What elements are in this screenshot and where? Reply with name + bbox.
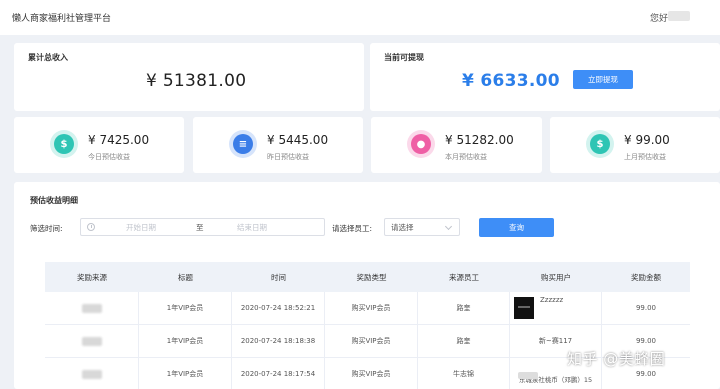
column-header[interactable]: 来源员工	[418, 262, 510, 292]
greeting-text: 您好	[649, 14, 668, 24]
redacted-user	[518, 372, 538, 379]
stat-amount: ¥ 99.00	[624, 133, 670, 147]
reward-source-cell	[45, 358, 139, 389]
redacted-source	[81, 303, 102, 313]
income-table: 奖励来源 标题 时间 奖励类型 来源员工 购买用户 奖励金额 1年VIP会员 2…	[45, 262, 690, 389]
clock-icon	[87, 223, 95, 231]
reward-source-cell	[45, 325, 139, 357]
bill-icon: ≡	[229, 130, 257, 158]
type-cell: 购买VIP会员	[325, 325, 418, 357]
stat-card-yesterday: ≡ ¥ 5445.00 昨日预估收益	[193, 117, 363, 173]
withdrawable-card: 当前可提现 ¥ 6633.00 立即提现	[370, 43, 720, 111]
date-range-picker[interactable]: 开始日期 至 结束日期	[80, 218, 325, 236]
time-cell: 2020-07-24 18:17:54	[232, 358, 325, 389]
stat-caption: 本月预估收益	[445, 153, 487, 161]
panel-title: 预估收益明细	[30, 196, 78, 205]
title-cell: 1年VIP会员	[139, 292, 232, 324]
column-header[interactable]: 奖励金额	[602, 262, 690, 292]
stat-card-today: $ ¥ 7425.00 今日预估收益	[14, 117, 184, 173]
employee-select-value: 请选择	[391, 223, 414, 232]
reward-source-cell	[45, 292, 139, 324]
withdrawable-value: ¥ 6633.00	[462, 71, 560, 91]
stat-amount: ¥ 51282.00	[445, 133, 514, 147]
title-cell: 1年VIP会员	[139, 358, 232, 389]
column-header[interactable]: 购买用户	[510, 262, 602, 292]
end-date-input[interactable]: 结束日期	[237, 222, 267, 233]
coins-icon: ●	[407, 130, 435, 158]
watermark: 知乎 @美蜂圈	[567, 350, 666, 368]
time-cell: 2020-07-24 18:18:38	[232, 325, 325, 357]
employee-cell: 路奎	[418, 325, 510, 357]
stat-card-this-month: ● ¥ 51282.00 本月预估收益	[371, 117, 542, 173]
column-header[interactable]: 标题	[139, 262, 232, 292]
column-header[interactable]: 奖励来源	[45, 262, 139, 292]
app-title: 懒人商家福利社管理平台	[12, 14, 112, 24]
amount-cell: 99.00	[635, 304, 657, 312]
stat-caption: 昨日预估收益	[267, 153, 309, 161]
chevron-down-icon	[444, 222, 453, 231]
username-redacted[interactable]	[668, 11, 690, 21]
column-header[interactable]: 时间	[232, 262, 325, 292]
user-cell: Zzzzzz	[510, 292, 602, 324]
total-income-label: 累计总收入	[28, 53, 68, 62]
stat-caption: 上月预估收益	[624, 153, 666, 161]
total-income-card: 累计总收入 ¥ 51381.00	[14, 43, 364, 111]
withdrawable-label: 当前可提现	[384, 53, 424, 62]
type-cell: 购买VIP会员	[325, 292, 418, 324]
top-bar: 懒人商家福利社管理平台 您好	[0, 0, 720, 35]
column-header[interactable]: 奖励类型	[325, 262, 418, 292]
money-bag-icon: $	[586, 130, 614, 158]
employee-cell: 牛志锦	[418, 358, 510, 389]
query-button[interactable]: 查询	[479, 218, 554, 237]
time-cell: 2020-07-24 18:52:21	[232, 292, 325, 324]
stat-amount: ¥ 5445.00	[267, 133, 329, 147]
withdraw-button[interactable]: 立即提现	[573, 70, 633, 89]
employee-select[interactable]: 请选择	[384, 218, 460, 236]
total-income-value: ¥ 51381.00	[146, 71, 247, 91]
employee-cell: 路奎	[418, 292, 510, 324]
avatar	[514, 297, 534, 319]
title-cell: 1年VIP会员	[139, 325, 232, 357]
range-separator: 至	[196, 223, 204, 232]
table-row[interactable]: 1年VIP会员 2020-07-24 18:52:21 购买VIP会员 路奎 Z…	[45, 292, 690, 325]
redacted-source	[81, 369, 102, 379]
stat-caption: 今日预估收益	[88, 153, 130, 161]
user-name: Zzzzzz	[540, 296, 564, 304]
table-header: 奖励来源 标题 时间 奖励类型 来源员工 购买用户 奖励金额	[45, 262, 690, 292]
money-bag-icon: $	[50, 130, 78, 158]
start-date-input[interactable]: 开始日期	[126, 222, 156, 233]
stat-card-last-month: $ ¥ 99.00 上月预估收益	[550, 117, 720, 173]
redacted-source	[81, 336, 102, 346]
employee-filter-label: 请选择员工:	[332, 224, 373, 233]
filter-time-label: 筛选时间:	[30, 224, 63, 233]
stat-amount: ¥ 7425.00	[88, 133, 150, 147]
type-cell: 购买VIP会员	[325, 358, 418, 389]
